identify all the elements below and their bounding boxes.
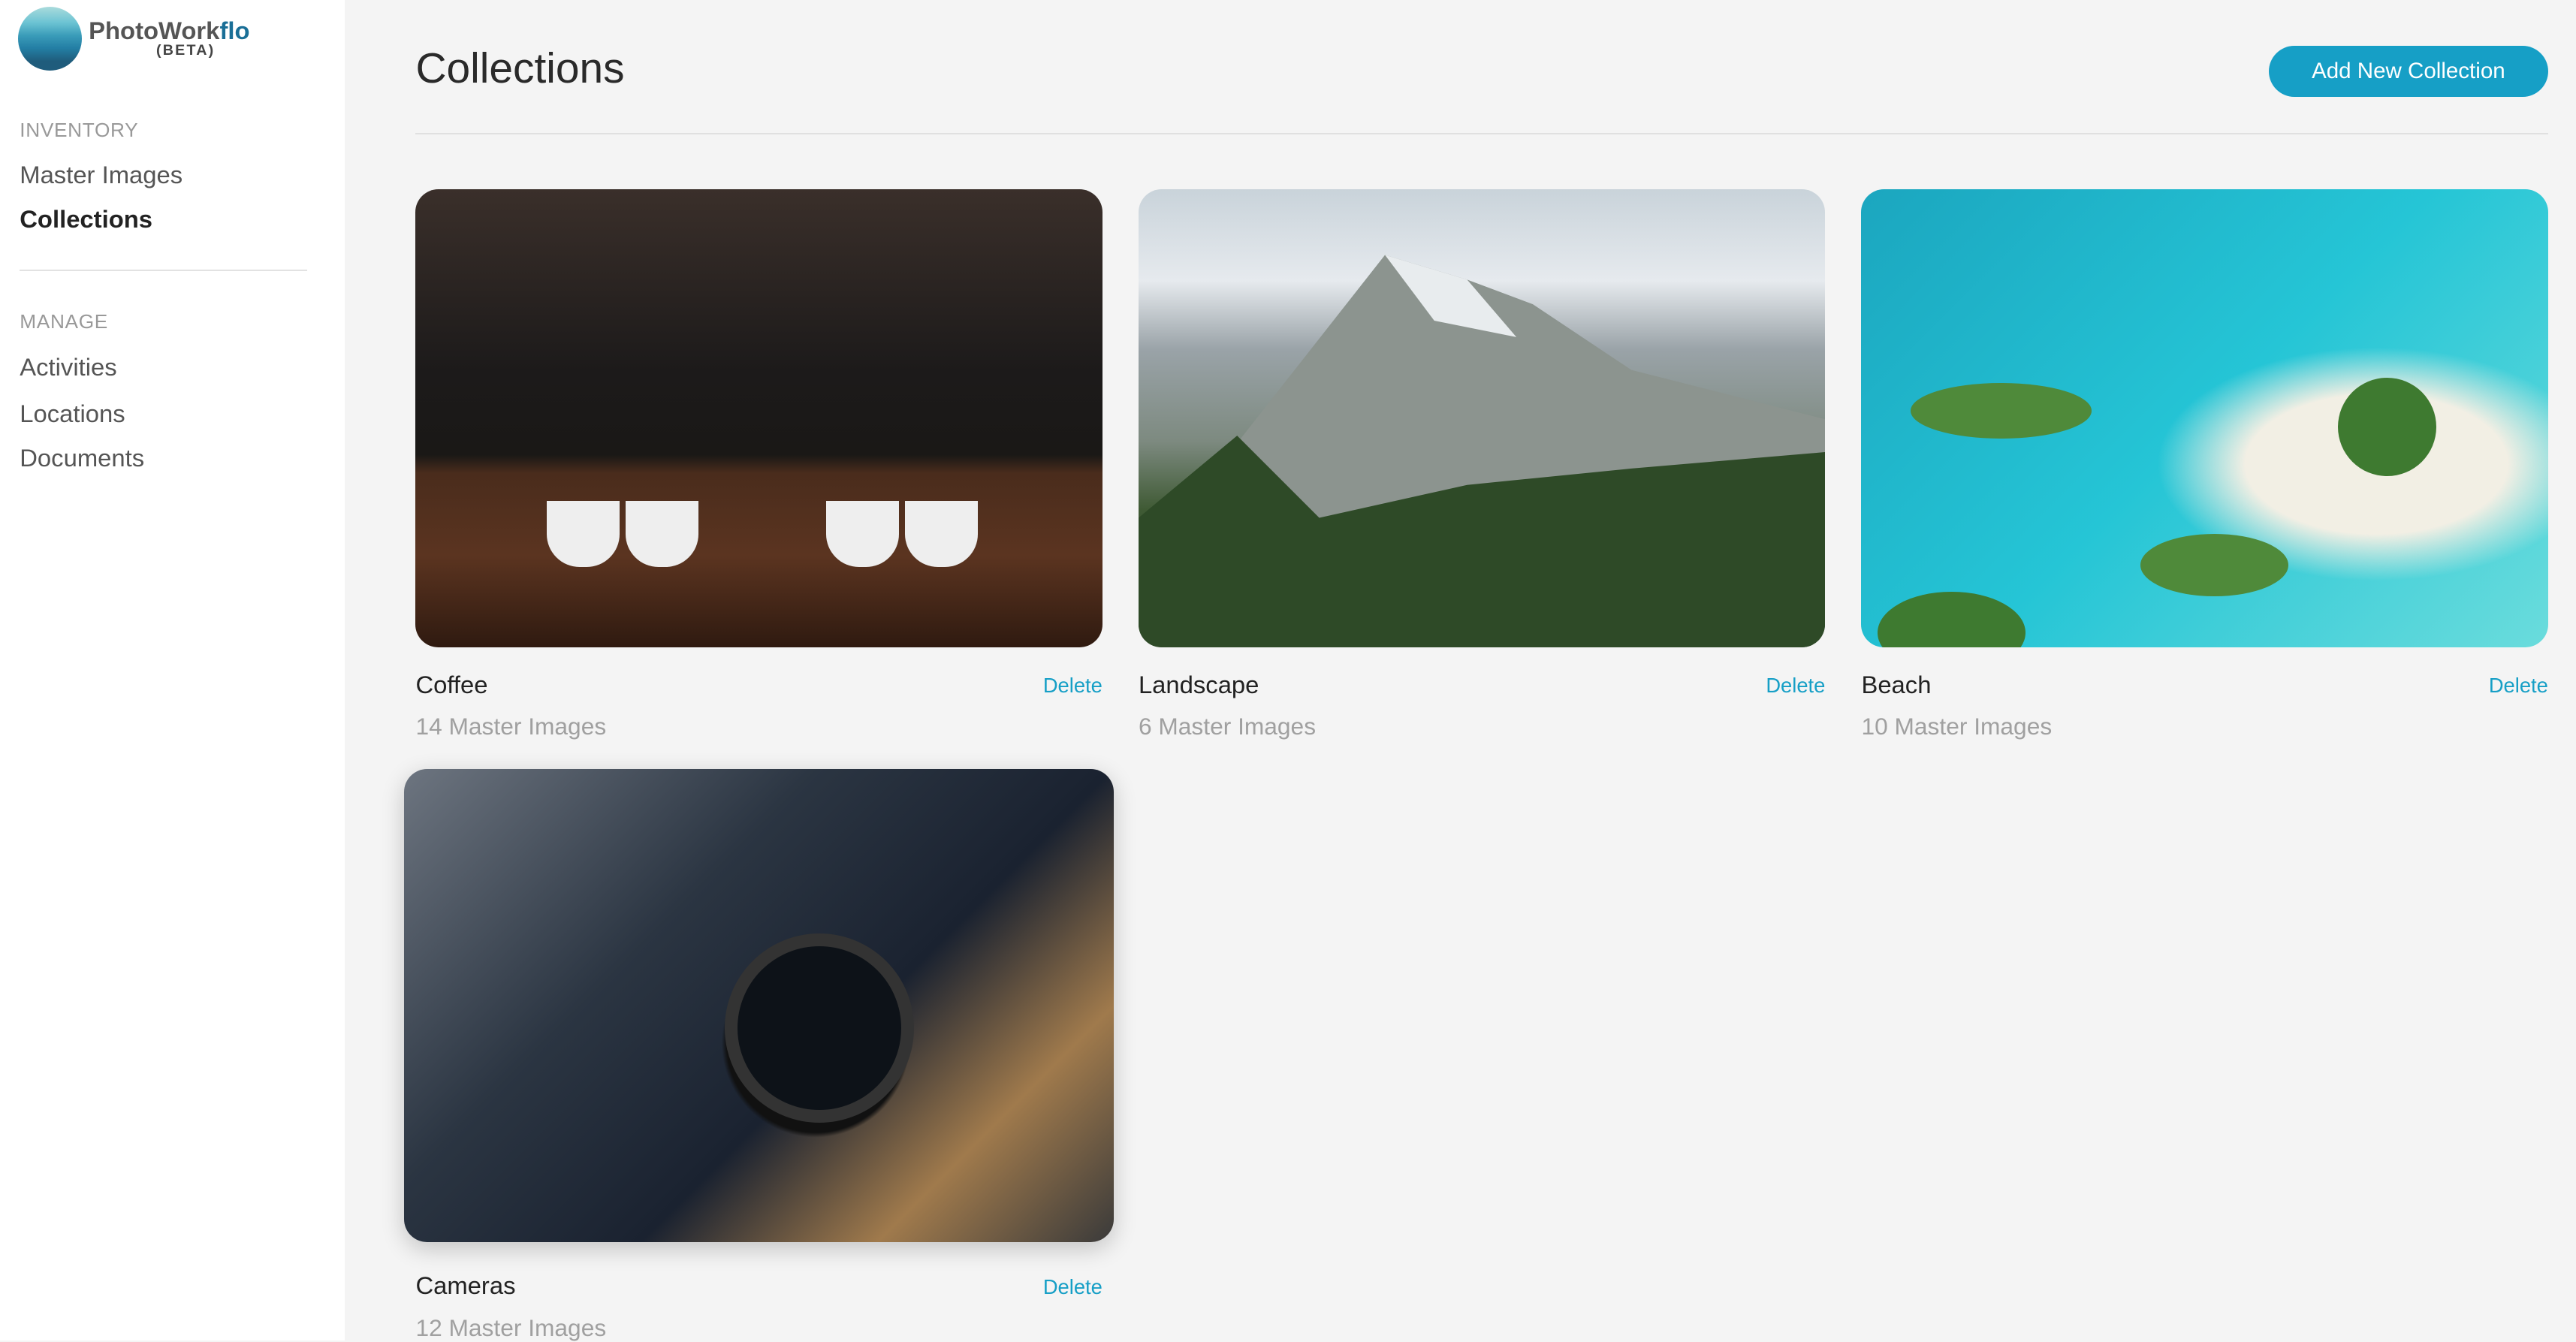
collection-count: 10 Master Images [1861, 713, 2053, 740]
collection-count: 6 Master Images [1138, 713, 1317, 740]
app-root: PhotoWorkflo (BETA) INVENTORY Master Ima… [0, 0, 2576, 1341]
sidebar-item-master-images[interactable]: Master Images [20, 161, 182, 189]
collection-thumbnail[interactable] [1138, 188, 1826, 647]
sidebar-item-documents[interactable]: Documents [20, 444, 144, 472]
beta-label: (BETA) [156, 41, 216, 59]
delete-link[interactable]: Delete [2489, 674, 2548, 698]
logo[interactable]: PhotoWorkflo (BETA) [18, 6, 250, 71]
collection-count: 12 Master Images [415, 1314, 607, 1341]
collection-card-landscape: Landscape Delete 6 Master Images [1138, 188, 1826, 740]
delete-link[interactable]: Delete [1766, 674, 1825, 698]
collection-card-beach: Beach Delete 10 Master Images [1861, 188, 2548, 740]
sidebar-item-locations[interactable]: Locations [20, 400, 125, 428]
page-title: Collections [415, 45, 625, 93]
section-inventory: INVENTORY [20, 118, 139, 141]
add-new-collection-button[interactable]: Add New Collection [2268, 46, 2548, 98]
header-divider [415, 133, 2548, 135]
collection-thumbnail[interactable] [1861, 188, 2548, 647]
collection-name[interactable]: Landscape [1139, 671, 1259, 699]
sidebar: PhotoWorkflo (BETA) INVENTORY Master Ima… [0, 0, 345, 1340]
sidebar-item-activities[interactable]: Activities [20, 353, 116, 381]
collection-card-coffee: Coffee Delete 14 Master Images [415, 188, 1102, 740]
section-manage: MANAGE [20, 310, 108, 333]
collection-name[interactable]: Coffee [415, 671, 487, 699]
collection-name[interactable]: Beach [1861, 671, 1931, 699]
sidebar-item-collections[interactable]: Collections [20, 205, 152, 234]
collection-count: 14 Master Images [415, 713, 607, 740]
collection-thumbnail[interactable] [404, 768, 1115, 1242]
collection-thumbnail[interactable] [415, 188, 1102, 647]
logo-name: PhotoWorkflo [89, 17, 250, 45]
logo-wave-icon [18, 6, 83, 71]
delete-link[interactable]: Delete [1043, 1275, 1102, 1299]
delete-link[interactable]: Delete [1043, 674, 1102, 698]
collection-name[interactable]: Cameras [415, 1271, 515, 1300]
sidebar-divider [20, 269, 308, 271]
